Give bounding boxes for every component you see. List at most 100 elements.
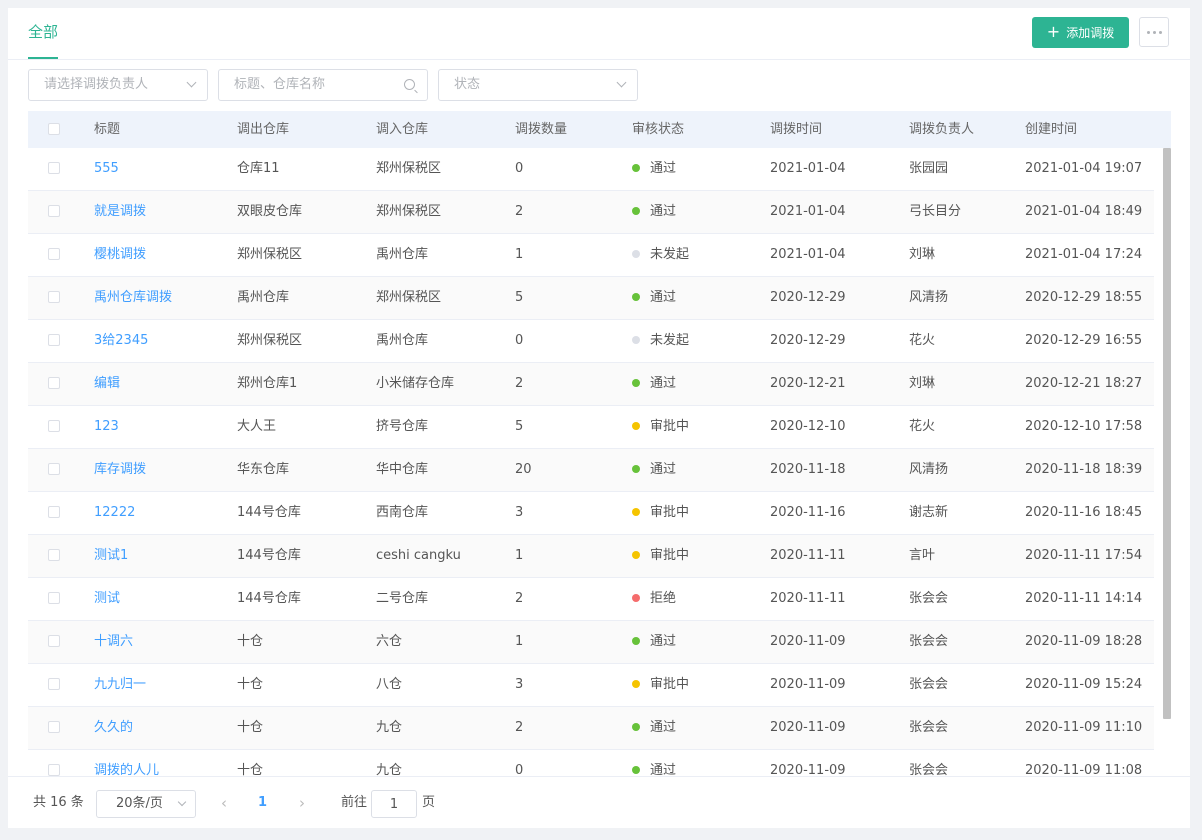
cell-quantity: 5: [515, 419, 524, 434]
cell-title[interactable]: 测试: [94, 578, 120, 620]
cell-title[interactable]: 编辑: [94, 363, 120, 405]
tab-all-label: 全部: [28, 23, 59, 41]
row-checkbox[interactable]: [48, 463, 60, 475]
table-row[interactable]: 禹州仓库调拨 禹州仓库 郑州保税区 5 通过 2020-12-29 风清扬 2020-12-2…: [28, 277, 1154, 320]
cell-quantity: 1: [515, 548, 524, 563]
row-checkbox[interactable]: [48, 721, 60, 733]
row-checkbox[interactable]: [48, 678, 60, 690]
select-all-checkbox[interactable]: [48, 123, 60, 135]
table-row[interactable]: 123 大人王 挤号仓库 5 审批中 2020-12-10 花火 2020-12-10 17:…: [28, 406, 1154, 449]
table-row[interactable]: 12222 144号仓库 西南仓库 3 审批中 2020-11-16 谢志新 2020-11-…: [28, 492, 1154, 535]
column-header-transfer-date[interactable]: 调拨时间: [770, 111, 822, 148]
chevron-down-icon: [177, 797, 187, 807]
table-row[interactable]: 久久的 十仓 九仓 2 通过 2020-11-09 张会会 2020-11-09 11:10: [28, 707, 1154, 750]
cell-from-warehouse: 144号仓库: [237, 548, 301, 563]
cell-quantity: 0: [515, 763, 524, 776]
table-row[interactable]: 编辑 郑州仓库1 小米储存仓库 2 通过 2020-12-21 刘琳 2020-12-21 1…: [28, 363, 1154, 406]
status-label: 通过: [650, 763, 677, 776]
table-row[interactable]: 测试1 144号仓库 ceshi cangku 1 审批中 2020-11-11 言叶 202…: [28, 535, 1154, 578]
row-checkbox[interactable]: [48, 377, 60, 389]
cell-owner: 刘琳: [909, 376, 936, 391]
row-checkbox[interactable]: [48, 248, 60, 260]
cell-title[interactable]: 3给2345: [94, 320, 148, 362]
cell-from-warehouse: 禹州仓库: [237, 290, 290, 305]
search-input[interactable]: 标题、仓库名称: [218, 69, 428, 101]
table-scrollbar[interactable]: [1163, 148, 1171, 719]
table-row[interactable]: 测试 144号仓库 二号仓库 2 拒绝 2020-11-11 张会会 2020-11-11 1…: [28, 578, 1154, 621]
cell-title[interactable]: 就是调拨: [94, 191, 146, 233]
cell-created: 2020-11-11 17:54: [1025, 548, 1143, 563]
cell-transfer-date: 2020-11-09: [770, 677, 846, 692]
cell-transfer-date: 2020-11-11: [770, 548, 846, 563]
column-header-review-status[interactable]: 审核状态: [632, 111, 684, 148]
cell-transfer-date: 2021-01-04: [770, 204, 846, 219]
cell-title[interactable]: 久久的: [94, 707, 133, 749]
cell-title[interactable]: 123: [94, 406, 119, 448]
cell-title[interactable]: 库存调拨: [94, 449, 146, 491]
owner-select[interactable]: 请选择调拨负责人: [28, 69, 208, 101]
table-row[interactable]: 调拨的人儿 十仓 九仓 0 通过 2020-11-09 张会会 2020-11-09 11:0…: [28, 750, 1154, 776]
goto-page-input[interactable]: [371, 790, 417, 818]
table-row[interactable]: 樱桃调拨 郑州保税区 禹州仓库 1 未发起 2021-01-04 刘琳 2021-01-04 …: [28, 234, 1154, 277]
owner-select-placeholder: 请选择调拨负责人: [44, 77, 149, 92]
cell-title[interactable]: 九九归一: [94, 664, 146, 706]
row-checkbox[interactable]: [48, 764, 60, 776]
column-header-created[interactable]: 创建时间: [1025, 111, 1077, 148]
column-header-to-warehouse[interactable]: 调入仓库: [376, 111, 428, 148]
cell-created: 2021-01-04 17:24: [1025, 247, 1143, 262]
cell-to-warehouse: 郑州保税区: [376, 161, 442, 176]
column-header-quantity[interactable]: 调拨数量: [515, 111, 567, 148]
column-header-from-warehouse[interactable]: 调出仓库: [237, 111, 289, 148]
status-dot-icon: [632, 164, 640, 172]
add-transfer-button[interactable]: + 添加调拨: [1032, 17, 1129, 48]
page-size-select[interactable]: 20条/页: [96, 790, 196, 818]
status-label: 审批中: [650, 505, 690, 520]
row-checkbox[interactable]: [48, 291, 60, 303]
row-checkbox[interactable]: [48, 162, 60, 174]
cell-owner: 花火: [909, 333, 936, 348]
table-row[interactable]: 就是调拨 双眼皮仓库 郑州保税区 2 通过 2021-01-04 弓长目分 2021-01-0…: [28, 191, 1154, 234]
table-row[interactable]: 九九归一 十仓 八仓 3 审批中 2020-11-09 张会会 2020-11-09 15:2…: [28, 664, 1154, 707]
column-header-title[interactable]: 标题: [94, 111, 120, 148]
row-checkbox[interactable]: [48, 549, 60, 561]
cell-title[interactable]: 十调六: [94, 621, 133, 663]
cell-to-warehouse: 禹州仓库: [376, 247, 429, 262]
cell-title[interactable]: 调拨的人儿: [94, 750, 159, 776]
cell-title[interactable]: 12222: [94, 492, 135, 534]
cell-transfer-date: 2020-11-16: [770, 505, 846, 520]
row-checkbox[interactable]: [48, 205, 60, 217]
row-checkbox[interactable]: [48, 592, 60, 604]
cell-created: 2020-12-29 16:55: [1025, 333, 1143, 348]
row-checkbox[interactable]: [48, 635, 60, 647]
next-page-icon[interactable]: ›: [299, 777, 305, 828]
cell-status: 审批中: [632, 664, 689, 706]
cell-from-warehouse: 双眼皮仓库: [237, 204, 303, 219]
more-options-button[interactable]: [1139, 17, 1169, 47]
cell-title[interactable]: 樱桃调拨: [94, 234, 146, 276]
transfer-table: 标题 调出仓库 调入仓库 调拨数量 审核状态 调拨时间 调拨负责人 创建时间 5…: [28, 111, 1174, 776]
row-checkbox[interactable]: [48, 334, 60, 346]
ellipsis-dot: [1152, 30, 1156, 34]
cell-title[interactable]: 测试1: [94, 535, 128, 577]
status-select[interactable]: 状态: [438, 69, 638, 101]
cell-from-warehouse: 144号仓库: [237, 591, 301, 606]
page-number-current[interactable]: 1: [258, 777, 267, 828]
prev-page-icon[interactable]: ‹: [221, 777, 227, 828]
table-row[interactable]: 库存调拨 华东仓库 华中仓库 20 通过 2020-11-18 风清扬 2020-11-18 …: [28, 449, 1154, 492]
cell-quantity: 1: [515, 634, 524, 649]
cell-title[interactable]: 555: [94, 148, 119, 190]
table-row[interactable]: 555 仓库11 郑州保税区 0 通过 2021-01-04 张园园 2021-01-04 1…: [28, 148, 1154, 191]
status-label: 审批中: [650, 677, 690, 692]
tab-all[interactable]: 全部: [28, 8, 59, 59]
cell-transfer-date: 2020-11-09: [770, 720, 846, 735]
status-dot-icon: [632, 766, 640, 774]
goto-suffix: 页: [422, 795, 436, 810]
cell-title[interactable]: 禹州仓库调拨: [94, 277, 172, 319]
table-row[interactable]: 3给2345 郑州保税区 禹州仓库 0 未发起 2020-12-29 花火 2020-12-2…: [28, 320, 1154, 363]
column-header-owner[interactable]: 调拨负责人: [909, 111, 974, 148]
row-checkbox[interactable]: [48, 506, 60, 518]
cell-transfer-date: 2020-11-18: [770, 462, 846, 477]
row-checkbox[interactable]: [48, 420, 60, 432]
table-row[interactable]: 十调六 十仓 六仓 1 通过 2020-11-09 张会会 2020-11-09 18:28: [28, 621, 1154, 664]
cell-owner: 言叶: [909, 548, 936, 563]
